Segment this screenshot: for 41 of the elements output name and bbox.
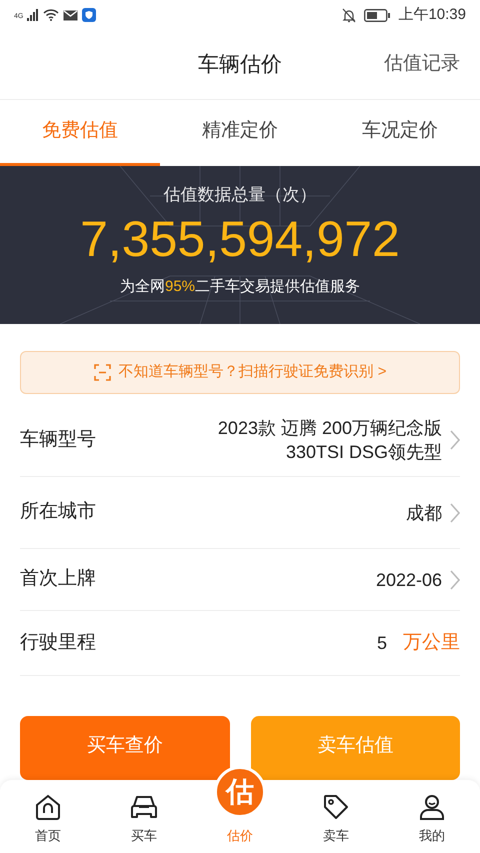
nav-label: 买车 — [131, 826, 157, 844]
shield-icon — [82, 8, 96, 22]
unit-label: 万公里 — [403, 630, 460, 655]
user-icon — [418, 792, 446, 820]
nav-tab[interactable]: 卖车 — [288, 780, 384, 853]
wifi-icon — [43, 9, 60, 21]
scan-icon — [94, 364, 111, 381]
tag-icon — [322, 792, 350, 820]
field-label: 首次上牌 — [20, 567, 96, 592]
nav-label: 首页 — [35, 826, 61, 844]
page-title: 车辆估价 — [198, 52, 282, 78]
nav-tab[interactable]: 首页 — [0, 780, 96, 853]
field-label: 车辆型号 — [20, 428, 96, 452]
field-value: 5 — [376, 632, 387, 655]
mail-icon — [63, 10, 78, 20]
chevron-right-icon[interactable] — [450, 570, 460, 590]
signal-icon — [27, 9, 40, 21]
battery-icon — [364, 8, 390, 22]
banner-caption: 估值数据总量（次） — [164, 184, 316, 206]
tab[interactable]: 车况定价 — [320, 100, 480, 166]
chevron-right-icon[interactable] — [450, 430, 460, 450]
chevron-right-icon[interactable] — [450, 502, 460, 522]
bell-off-icon — [342, 8, 356, 22]
field-value: 2023款 迈腾 200万辆纪念版 — [218, 417, 442, 440]
nav-tab[interactable]: 我的 — [384, 780, 480, 853]
nav-label: 我的 — [419, 826, 445, 844]
field-value: 成都 — [406, 502, 442, 524]
home-icon — [34, 792, 62, 820]
field-label: 所在城市 — [20, 500, 96, 524]
nav-label: 估价 — [227, 826, 253, 844]
field-value: 2022-06 — [376, 568, 442, 592]
history-link[interactable]: 估值记录 — [384, 50, 460, 79]
field-label: 行驶里程 — [20, 630, 96, 655]
nav-label: 卖车 — [323, 826, 349, 844]
banner-note: 为全网95%二手车交易提供估值服务 — [120, 276, 360, 296]
valuation-count: 7,355,594,972 — [80, 210, 400, 268]
nav-tab[interactable]: 买车 — [96, 780, 192, 853]
tab[interactable]: 精准定价 — [160, 100, 320, 166]
scan-tip-text: 不知道车辆型号？扫描行驶证免费识别 > — [118, 362, 386, 382]
field-value: 330TSI DSG领先型 — [286, 441, 442, 464]
status-time: 上午10:39 — [398, 4, 466, 25]
